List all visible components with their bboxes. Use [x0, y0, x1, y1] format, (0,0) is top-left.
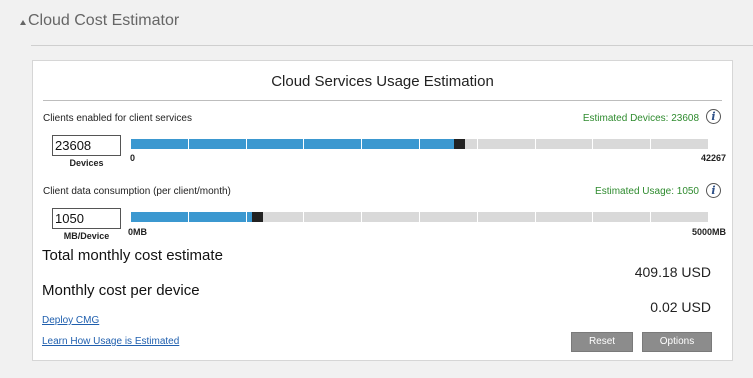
estimated-usage-text: Estimated Usage: 1050: [595, 186, 699, 197]
section-title: Cloud Cost Estimator: [28, 12, 180, 29]
section-header[interactable]: Cloud Cost Estimator: [20, 10, 179, 32]
options-button[interactable]: Options: [642, 332, 712, 352]
data-usage-input[interactable]: [52, 208, 121, 229]
panel-divider: [43, 100, 722, 101]
per-device-cost-value: 0.02 USD: [650, 299, 711, 315]
estimated-devices-text: Estimated Devices: 23608: [582, 113, 699, 124]
slider-tick: [477, 212, 478, 222]
slider-tick: [650, 139, 651, 149]
data-slider-fill: [130, 212, 252, 222]
collapse-arrow-icon[interactable]: [20, 19, 26, 25]
slider-tick: [419, 212, 420, 222]
devices-unit-label: Devices: [69, 158, 104, 168]
section-divider: [31, 45, 753, 46]
slider-tick: [303, 212, 304, 222]
slider-tick: [130, 139, 131, 149]
clients-slider-max: 42267: [700, 153, 726, 163]
slider-tick: [188, 212, 189, 222]
slider-tick: [535, 212, 536, 222]
learn-usage-link[interactable]: Learn How Usage is Estimated: [42, 336, 179, 347]
slider-tick: [592, 139, 593, 149]
panel-title: Cloud Services Usage Estimation: [271, 73, 494, 90]
data-consumption-label: Client data consumption (per client/mont…: [43, 186, 231, 197]
slider-tick: [477, 139, 478, 149]
estimation-panel: Cloud Services Usage Estimation Clients …: [32, 60, 733, 361]
deploy-cmg-link[interactable]: Deploy CMG: [42, 315, 99, 326]
devices-input[interactable]: [52, 135, 121, 156]
slider-tick: [246, 139, 247, 149]
slider-tick: [361, 139, 362, 149]
data-unit-label: MB/Device: [63, 231, 110, 241]
slider-tick: [419, 139, 420, 149]
total-cost-value: 409.18 USD: [634, 264, 711, 280]
clients-label: Clients enabled for client services: [43, 113, 192, 124]
data-slider-max: 5000MB: [691, 227, 726, 237]
reset-button[interactable]: Reset: [571, 332, 633, 352]
data-info-icon[interactable]: i: [706, 183, 721, 198]
slider-tick: [535, 139, 536, 149]
clients-slider-min: 0: [130, 153, 136, 163]
slider-tick: [303, 139, 304, 149]
clients-slider-thumb[interactable]: [454, 139, 465, 149]
clients-slider[interactable]: [130, 139, 709, 149]
slider-tick: [361, 212, 362, 222]
data-slider[interactable]: [130, 212, 709, 222]
slider-tick: [592, 212, 593, 222]
slider-tick: [708, 212, 709, 222]
data-slider-min: 0MB: [128, 227, 148, 237]
per-device-cost-label: Monthly cost per device: [42, 282, 200, 299]
slider-tick: [130, 212, 131, 222]
slider-tick: [188, 139, 189, 149]
slider-tick: [708, 139, 709, 149]
clients-slider-fill: [130, 139, 454, 149]
slider-tick: [246, 212, 247, 222]
total-cost-label: Total monthly cost estimate: [42, 247, 223, 264]
clients-info-icon[interactable]: i: [706, 109, 721, 124]
slider-tick: [650, 212, 651, 222]
data-slider-thumb[interactable]: [252, 212, 263, 222]
